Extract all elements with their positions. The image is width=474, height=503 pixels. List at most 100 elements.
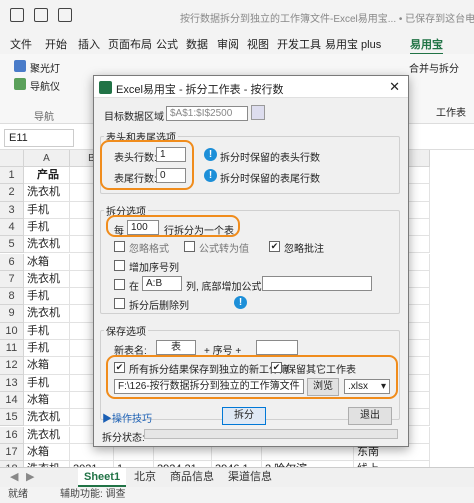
autosave-icon[interactable] (10, 8, 24, 22)
menu-formulas[interactable]: 公式 (156, 36, 178, 52)
row-header[interactable]: 10 (0, 322, 24, 340)
table-cell[interactable]: 手机 (24, 218, 70, 237)
menu-developer[interactable]: 开发工具 (277, 36, 321, 52)
split-dialog: Excel易用宝 - 拆分工作表 - 按行数 ✕ 目标数据区域 $A$1:$I$… (93, 75, 409, 447)
row-header[interactable]: 1 (0, 167, 24, 185)
merge-split-button[interactable]: 合并与拆分 (409, 60, 459, 75)
to-workbook-button[interactable]: 工作表 (436, 104, 466, 119)
row-header[interactable]: 4 (0, 218, 24, 237)
row-header[interactable]: 3 (0, 201, 24, 219)
target-area-label: 目标数据区域 (104, 112, 164, 123)
table-cell[interactable]: 洗衣机 (24, 184, 70, 202)
nav-group-label: 导航 (34, 112, 54, 123)
tab-product-info[interactable]: 商品信息 (164, 468, 220, 487)
row-header[interactable]: 15 (0, 409, 24, 427)
row-header[interactable]: 12 (0, 357, 24, 375)
ignore-comments-checkbox[interactable]: ✔ (269, 241, 280, 252)
spotlight-button[interactable]: 聚光灯 (30, 60, 60, 75)
keep-format-checkbox[interactable] (114, 241, 125, 252)
save-icon[interactable] (34, 8, 48, 22)
menu-yiyongbao-plus[interactable]: 易用宝 plus (325, 36, 381, 52)
table-cell[interactable]: 手机 (24, 322, 70, 340)
menu-view[interactable]: 视图 (247, 36, 269, 52)
tips-link[interactable]: ▶操作技巧 (102, 410, 152, 425)
row-header[interactable]: 8 (0, 288, 24, 306)
tab-channel-info[interactable]: 渠道信息 (222, 468, 278, 487)
formula-to-value-label: 公式转为值 (199, 244, 249, 255)
row-header[interactable]: 14 (0, 391, 24, 410)
menu-file[interactable]: 文件 (10, 36, 32, 52)
table-cell[interactable]: 手机 (24, 201, 70, 219)
split-button[interactable]: 拆分 (222, 407, 266, 425)
delete-after-checkbox[interactable] (114, 298, 125, 309)
bottom-formula-input[interactable] (262, 276, 372, 291)
title-bar: 按行数据拆分到独立的工作簿文件-Excel易用宝... • 已保存到这台电脑 ▾ (0, 0, 474, 32)
table-cell[interactable]: 冰箱 (24, 443, 70, 462)
add-formula-checkbox[interactable] (114, 279, 125, 290)
table-cell[interactable]: 手机 (24, 374, 70, 392)
row-header[interactable]: 9 (0, 305, 24, 323)
tab-beijing[interactable]: 北京 (128, 468, 162, 487)
keep-format-label: 忽略格式 (129, 244, 169, 255)
footer-rows-hint: 拆分时保留的表尾行数 (220, 174, 320, 185)
range-picker-icon[interactable] (251, 105, 265, 120)
row-header[interactable]: 6 (0, 253, 24, 271)
close-icon[interactable]: ✕ (389, 79, 400, 95)
add-seq-col-checkbox[interactable] (114, 260, 125, 271)
table-name-input[interactable]: 表 (156, 340, 196, 355)
undo-icon[interactable] (58, 8, 72, 22)
table-cell[interactable]: 洗衣机 (24, 270, 70, 289)
row-header[interactable]: 17 (0, 443, 24, 462)
column-header-A[interactable]: A (24, 150, 70, 167)
menu-yiyongbao[interactable]: 易用宝 (410, 36, 443, 55)
save-options-highlight (106, 355, 398, 399)
header-rows-hint: 拆分时保留的表头行数 (220, 153, 320, 164)
row-header[interactable]: 2 (0, 184, 24, 202)
row-header[interactable]: 5 (0, 236, 24, 254)
status-accessibility[interactable]: 辅助功能: 调查 (60, 487, 126, 503)
table-cell[interactable]: 洗衣机 (24, 236, 70, 254)
menu-insert[interactable]: 插入 (78, 36, 100, 52)
exit-button[interactable]: 退出 (348, 407, 392, 425)
ignore-comments-label: 忽略批注 (284, 244, 324, 255)
status-ready: 就绪 (8, 489, 28, 500)
dialog-body: 目标数据区域 $A$1:$I$2500 表头和表尾选项 表头行数: 1 ! 拆分… (94, 98, 408, 446)
row-header[interactable]: 11 (0, 340, 24, 358)
table-cell[interactable]: 冰箱 (24, 391, 70, 410)
menu-page-layout[interactable]: 页面布局 (108, 36, 152, 52)
window-title: 按行数据拆分到独立的工作簿文件-Excel易用宝... • 已保存到这台电脑 ▾ (180, 14, 474, 25)
table-cell[interactable]: 冰箱 (24, 253, 70, 271)
table-cell[interactable]: 手机 (24, 288, 70, 306)
header-cell[interactable]: 产品 (24, 167, 70, 185)
row-header[interactable]: 7 (0, 270, 24, 289)
suffix-input[interactable] (256, 340, 298, 355)
name-box[interactable]: E11 (4, 129, 74, 147)
navigator-button[interactable]: 导航仪 (30, 78, 60, 93)
status-bar: 就绪 辅助功能: 调查 (0, 487, 474, 503)
sheet-tabs: ◀ ▶ Sheet1 北京 商品信息 渠道信息 (0, 467, 474, 487)
info-icon: ! (204, 148, 217, 161)
row-header[interactable]: 13 (0, 374, 24, 392)
column-range-input[interactable]: A:B (142, 276, 182, 291)
table-cell[interactable]: 手机 (24, 340, 70, 358)
menu-bar: 文件 开始 插入 页面布局 公式 数据 审阅 视图 开发工具 易用宝 plus … (0, 32, 474, 55)
table-cell[interactable]: 洗衣机 (24, 305, 70, 323)
excel-logo-icon (99, 81, 112, 94)
in-label: 在 (129, 282, 139, 293)
menu-data[interactable]: 数据 (186, 36, 208, 52)
formula-to-value-checkbox[interactable] (184, 241, 195, 252)
tab-sheet1[interactable]: Sheet1 (78, 468, 127, 487)
row-header[interactable]: 16 (0, 426, 24, 444)
dialog-title-bar: Excel易用宝 - 拆分工作表 - 按行数 ✕ (94, 76, 408, 98)
split-progress-bar (144, 429, 398, 439)
target-area-input[interactable]: $A$1:$I$2500 (166, 106, 248, 121)
menu-review[interactable]: 审阅 (217, 36, 239, 52)
tab-scroll-right-icon[interactable]: ▶ (20, 468, 40, 487)
table-cell[interactable]: 冰箱 (24, 357, 70, 375)
menu-home[interactable]: 开始 (45, 36, 67, 52)
save-options-group-title: 保存选项 (104, 323, 148, 338)
table-cell[interactable]: 洗衣机 (24, 409, 70, 427)
table-cell[interactable]: 洗衣机 (24, 426, 70, 444)
info-icon: ! (234, 296, 247, 309)
select-all-corner[interactable] (0, 150, 24, 167)
